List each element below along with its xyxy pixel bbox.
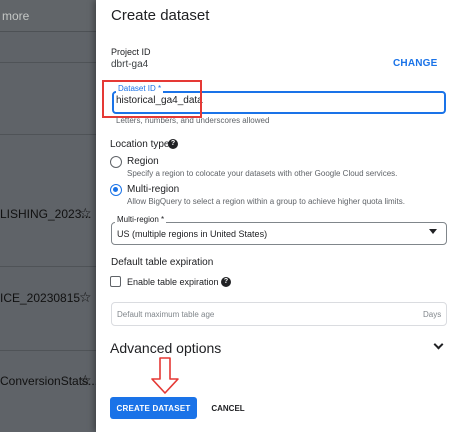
explorer-search-input[interactable]: more <box>0 0 96 32</box>
region-label: Region <box>127 156 159 167</box>
star-outline-icon[interactable]: ☆ <box>79 289 92 306</box>
explorer-panel: more LISHING_2023... ☆ ICE_20230815 ☆ Co… <box>0 0 96 432</box>
project-id-value: dbrt-ga4 <box>111 59 149 70</box>
region-desc: Specify a region to colocate your datase… <box>127 169 398 178</box>
max-table-age-unit: Days <box>423 310 442 319</box>
divider <box>0 62 96 63</box>
table-expiration-title: Default table expiration <box>111 257 214 268</box>
project-id-label: Project ID <box>111 47 151 57</box>
down-arrow-annotation-icon <box>151 357 179 394</box>
explorer-row-label: LISHING_2023... <box>0 207 92 221</box>
region-radio[interactable] <box>110 156 122 168</box>
create-dataset-button[interactable]: CREATE DATASET <box>110 397 197 419</box>
multi-region-label: Multi-region <box>127 184 180 195</box>
dataset-id-hint: Letters, numbers, and underscores allowe… <box>116 116 270 125</box>
star-outline-icon[interactable]: ☆ <box>79 372 92 389</box>
explorer-row[interactable]: ConversionStats... ☆ <box>0 368 96 396</box>
enable-expiration-checkbox[interactable] <box>110 276 121 287</box>
cancel-button[interactable]: CANCEL <box>204 397 252 419</box>
max-table-age-placeholder: Default maximum table age <box>117 310 215 319</box>
help-icon[interactable]: ? <box>221 277 231 287</box>
change-project-button[interactable]: CHANGE <box>393 58 438 69</box>
location-type-title: Location type <box>110 139 170 150</box>
help-icon[interactable]: ? <box>168 139 178 149</box>
star-outline-icon[interactable]: ☆ <box>79 205 92 222</box>
explorer-row[interactable]: LISHING_2023... ☆ <box>0 201 96 229</box>
advanced-options-title[interactable]: Advanced options <box>110 340 221 356</box>
multi-region-radio[interactable] <box>110 184 122 196</box>
highlight-annotation-box <box>102 80 202 118</box>
multi-region-select-label: Multi-region * <box>115 215 167 224</box>
explorer-search-placeholder: more <box>2 9 30 23</box>
multi-region-select-value: US (multiple regions in United States) <box>117 229 268 239</box>
dropdown-arrow-icon[interactable] <box>429 229 437 234</box>
enable-expiration-label: Enable table expiration <box>127 277 219 287</box>
panel-title: Create dataset <box>111 7 210 24</box>
chevron-down-icon[interactable] <box>433 339 444 350</box>
multi-region-desc: Allow BigQuery to select a region within… <box>127 197 405 206</box>
explorer-row[interactable]: ICE_20230815 ☆ <box>0 285 96 313</box>
divider <box>0 266 96 267</box>
divider <box>0 134 96 135</box>
explorer-row-label: ICE_20230815 <box>0 291 81 305</box>
create-dataset-panel: Create dataset Project ID dbrt-ga4 CHANG… <box>96 0 474 432</box>
divider <box>0 350 96 351</box>
